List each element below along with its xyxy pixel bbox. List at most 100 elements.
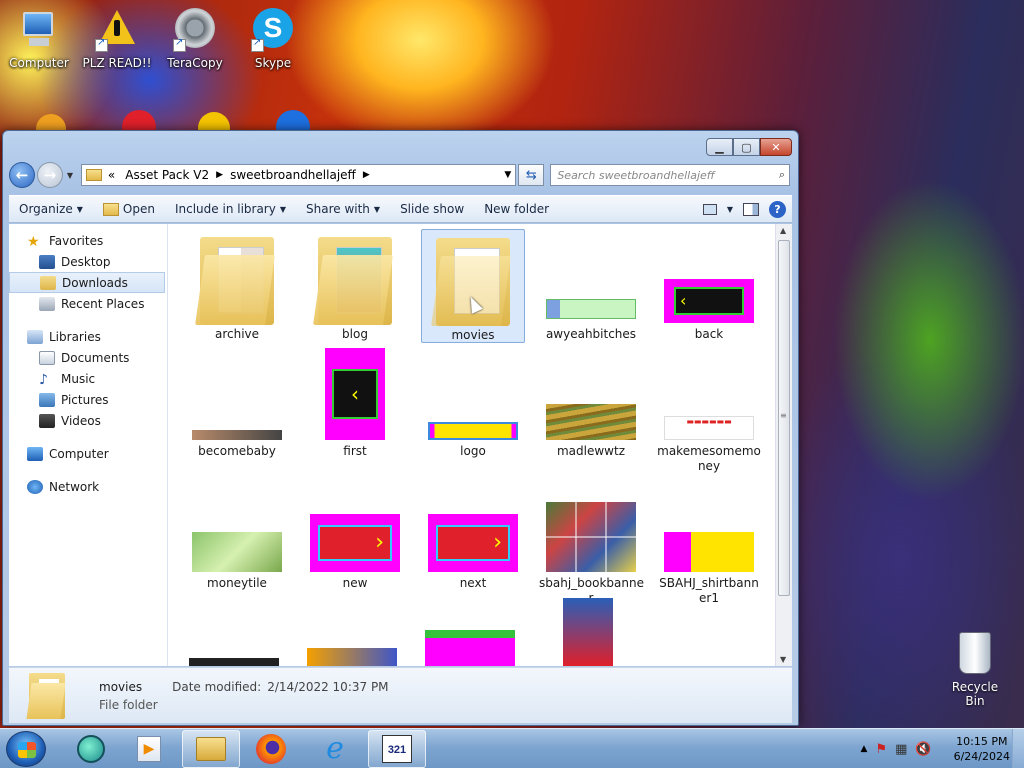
file-tile[interactable]: awyeahbitches <box>539 229 643 342</box>
change-view-icon[interactable] <box>702 203 717 215</box>
nav-pictures[interactable]: Pictures <box>9 389 167 410</box>
file-tile[interactable]: ‹ back <box>657 229 761 342</box>
file-name: first <box>343 444 367 458</box>
file-tile[interactable]: blog <box>303 229 407 342</box>
taskbar-firefox[interactable] <box>242 730 300 768</box>
back-button[interactable]: ← <box>9 162 35 188</box>
desktop-icon-label: Computer <box>9 56 69 70</box>
file-tile[interactable]: becomebaby <box>185 346 289 459</box>
show-desktop-button[interactable] <box>1012 729 1024 768</box>
nav-downloads[interactable]: Downloads <box>9 272 165 293</box>
taskbar-video-editor[interactable]: 321 <box>368 730 426 768</box>
desktop-icon-computer[interactable]: Computer <box>2 8 76 70</box>
action-center-icon[interactable]: ⚑ <box>875 742 887 757</box>
breadcrumb-current-folder[interactable]: sweetbroandhellajeff <box>230 168 356 182</box>
nav-label: Videos <box>61 413 101 428</box>
show-hidden-icons[interactable]: ▲ <box>861 744 868 754</box>
nav-documents[interactable]: Documents <box>9 347 167 368</box>
nav-network[interactable]: Network <box>9 476 167 497</box>
minimize-button[interactable]: ▁ <box>706 138 733 156</box>
desktop-icon-recycle-bin[interactable]: Recycle Bin <box>942 632 1008 708</box>
maximize-button[interactable]: ▢ <box>733 138 760 156</box>
scroll-grip: ≡ <box>780 411 787 420</box>
include-in-library-button[interactable]: Include in library ▼ <box>165 202 296 216</box>
preview-pane-icon[interactable] <box>743 202 759 216</box>
taskbar-media-center[interactable]: ▶ <box>120 730 178 768</box>
breadcrumb-asset-pack[interactable]: Asset Pack V2 <box>125 168 209 182</box>
image-thumbnail[interactable] <box>189 658 279 666</box>
file-tile[interactable]: SBAHJ_shirtbann er1 <box>657 478 761 606</box>
nav-favorites[interactable]: ★ Favorites <box>9 230 167 251</box>
file-tile-selected[interactable]: movies <box>421 229 525 343</box>
chevron-down-icon[interactable]: ▼ <box>727 205 733 214</box>
nav-desktop[interactable]: Desktop <box>9 251 167 272</box>
search-icon[interactable]: ⌕ <box>779 168 785 182</box>
folder-icon <box>26 672 66 719</box>
image-thumbnail[interactable] <box>307 648 397 666</box>
file-tile[interactable]: archive <box>185 229 289 342</box>
nav-libraries[interactable]: Libraries <box>9 326 167 347</box>
computer-icon <box>17 8 61 52</box>
close-button[interactable]: ✕ <box>760 138 792 156</box>
file-tile[interactable]: sbahj_bookbanne r <box>539 478 644 606</box>
new-folder-button[interactable]: New folder <box>474 202 559 216</box>
details-type: File folder <box>99 697 158 712</box>
address-dropdown[interactable]: ▼ <box>504 170 511 180</box>
window-body: ★ Favorites Desktop Downloads Recent Plac… <box>9 224 792 666</box>
refresh-button[interactable]: ⇆ <box>518 164 545 186</box>
file-tile[interactable]: moneytile <box>185 478 289 591</box>
file-tile[interactable]: logo <box>421 346 525 459</box>
desktop-icon-teracopy[interactable]: TeraCopy <box>158 8 232 70</box>
recent-pages-dropdown[interactable]: ▼ <box>63 171 77 180</box>
image-thumbnail: ‹ <box>659 229 759 325</box>
forward-button[interactable]: → <box>36 162 63 188</box>
file-tile[interactable]: ‹ first <box>303 346 407 459</box>
scroll-up-arrow[interactable]: ▲ <box>780 226 786 235</box>
computer-icon <box>27 446 43 461</box>
file-tile[interactable]: ▬▬▬▬▬▬ makemesomemo ney <box>657 346 761 474</box>
slide-show-button[interactable]: Slide show <box>390 202 474 216</box>
file-name: makemesomemo ney <box>657 444 761 473</box>
help-icon[interactable]: ? <box>769 200 786 218</box>
media-player-icon <box>77 735 105 763</box>
file-tile[interactable]: › new <box>303 478 407 591</box>
taskbar-internet-explorer[interactable]: e <box>306 730 364 768</box>
file-tile[interactable]: madlewwtz <box>539 346 643 459</box>
navigation-pane: ★ Favorites Desktop Downloads Recent Plac… <box>9 224 168 666</box>
nav-videos[interactable]: Videos <box>9 410 167 431</box>
open-button[interactable]: Open <box>93 202 165 216</box>
file-name: awyeahbitches <box>545 327 637 341</box>
new-folder-label: New folder <box>484 202 550 216</box>
clock[interactable]: 10:15 PM 6/24/2024 <box>954 734 1010 764</box>
desktop-icon-plz-read[interactable]: PLZ READ!! <box>80 8 154 70</box>
taskbar-media-player[interactable] <box>62 730 120 768</box>
nav-recent-places[interactable]: Recent Places <box>9 293 167 314</box>
network-status-icon[interactable]: ▦ <box>895 742 907 757</box>
clock-time: 10:15 PM <box>956 735 1008 748</box>
file-tile[interactable]: › next <box>421 478 525 591</box>
chevron-right-icon[interactable]: ▶ <box>216 170 223 180</box>
nav-computer[interactable]: Computer <box>9 443 167 464</box>
details-pane: movies Date modified: 2/14/2022 10:37 PM… <box>9 667 792 723</box>
desktop-icon-skype[interactable]: S Skype <box>236 8 310 70</box>
file-name: archive <box>214 327 260 341</box>
details-name: movies <box>99 679 143 694</box>
search-input[interactable]: Search sweetbroandhellajeff <box>557 169 714 182</box>
start-button[interactable] <box>6 731 46 767</box>
taskbar-explorer[interactable] <box>182 730 240 768</box>
window-controls: ▁ ▢ ✕ <box>706 138 792 156</box>
address-bar[interactable]: « Asset Pack V2 ▶ sweetbroandhellajeff ▶… <box>80 164 517 186</box>
chevron-right-icon[interactable]: ▶ <box>363 170 370 180</box>
network-icon <box>27 479 43 494</box>
image-thumbnail[interactable] <box>563 598 613 666</box>
scroll-down-arrow[interactable]: ▼ <box>780 655 786 664</box>
volume-muted-icon[interactable]: 🔇 <box>915 742 931 757</box>
search-box[interactable]: Search sweetbroandhellajeff ⌕ <box>550 164 790 186</box>
image-thumbnail[interactable] <box>425 630 515 666</box>
chevron-down-icon: ▼ <box>279 204 286 214</box>
vertical-scrollbar[interactable]: ▲ ≡ ▼ <box>775 224 792 666</box>
share-with-button[interactable]: Share with ▼ <box>296 202 390 216</box>
nav-music[interactable]: ♪ Music <box>9 368 167 389</box>
breadcrumb-overflow[interactable]: « <box>108 168 115 182</box>
organize-button[interactable]: Organize ▼ <box>9 202 93 216</box>
